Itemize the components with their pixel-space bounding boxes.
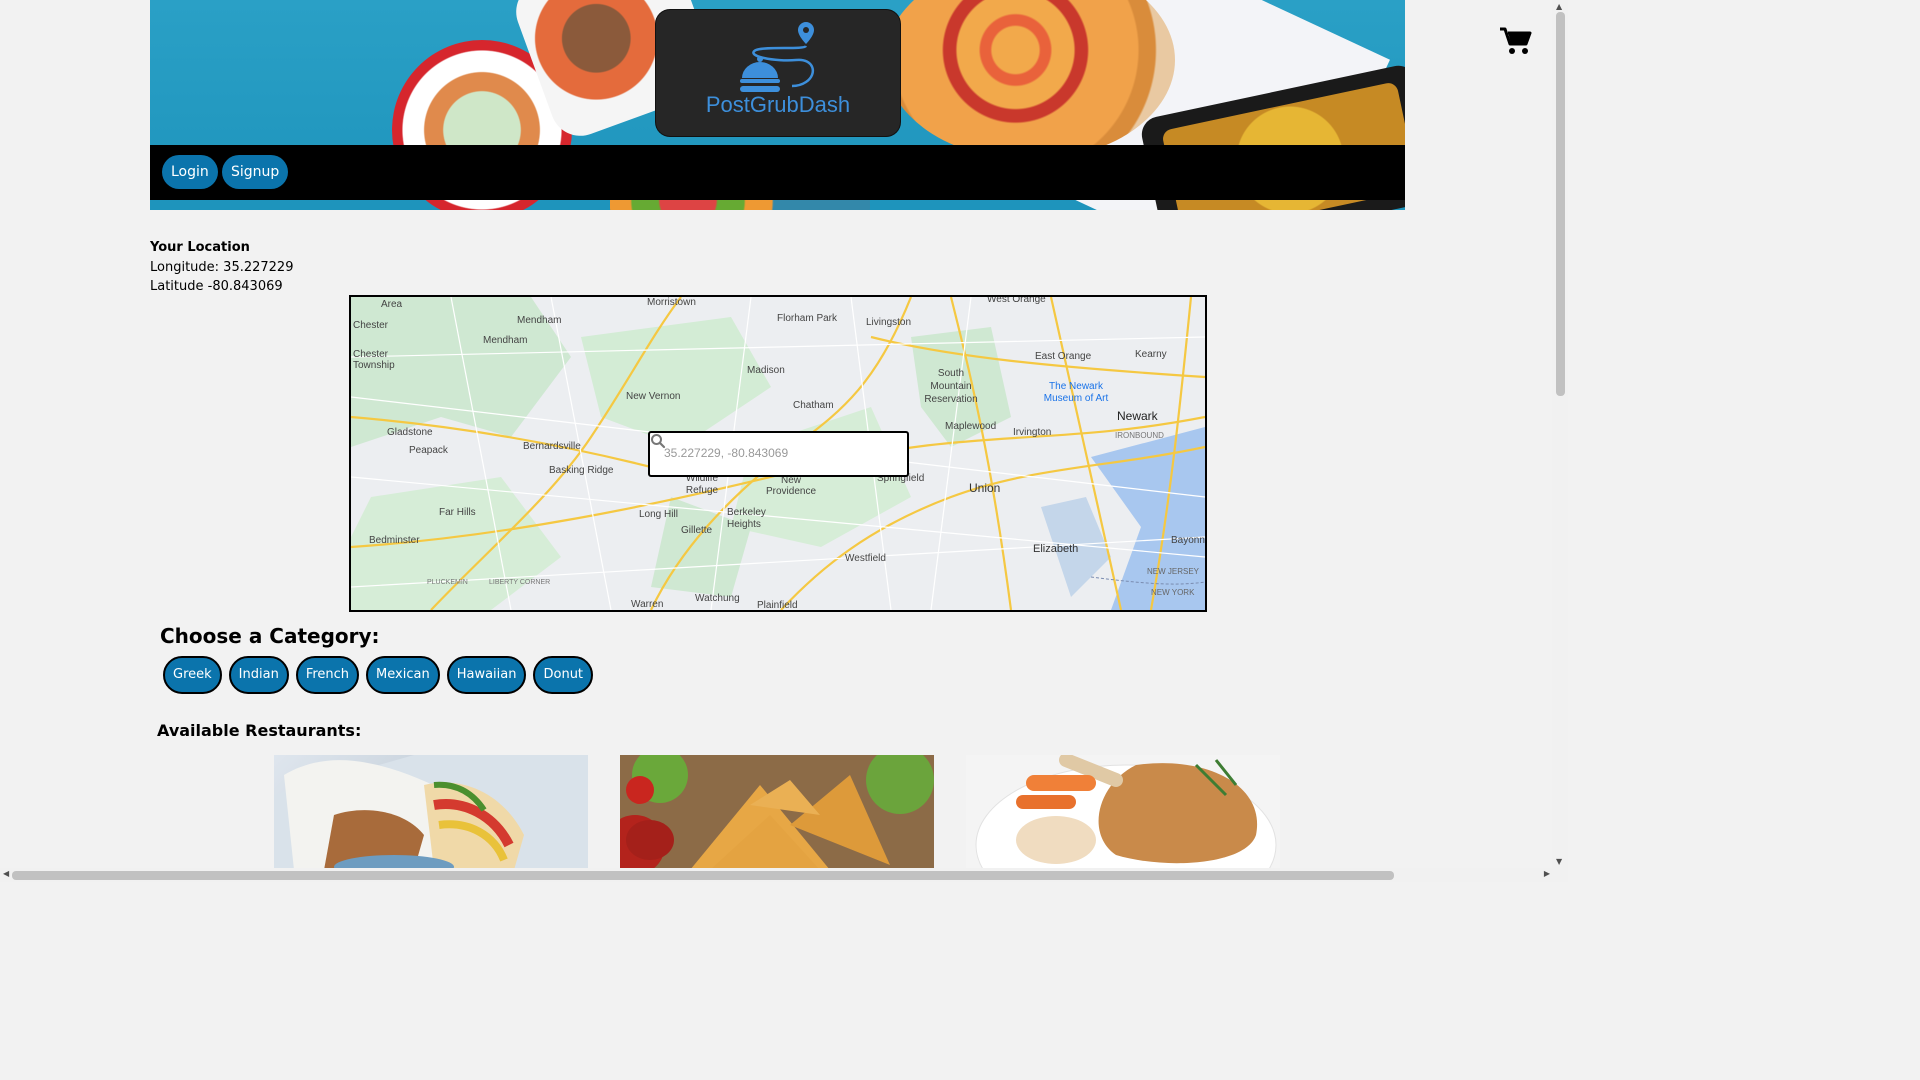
restaurants-title: Available Restaurants: xyxy=(157,721,362,740)
restaurant-card-indian[interactable] xyxy=(620,755,934,870)
map-label: Gillette xyxy=(681,525,713,536)
map-label: Livingston xyxy=(866,317,912,328)
map-label: Elizabeth xyxy=(1033,543,1079,555)
map-label: Chatham xyxy=(793,400,834,411)
map-label: Kearny xyxy=(1135,349,1167,360)
app-name: PostGrubDash xyxy=(705,92,851,117)
nav-bar: Login Signup xyxy=(150,145,1405,200)
map-label: Madison xyxy=(747,365,785,376)
location-info: Your Location Longitude: 35.227229 Latit… xyxy=(150,238,293,297)
map-label: Maplewood xyxy=(945,421,997,432)
category-list: Greek Indian French Mexican Hawaiian Don… xyxy=(163,656,594,694)
scroll-right-icon[interactable]: ▶ xyxy=(1544,869,1550,878)
horizontal-scrollbar[interactable]: ◀ ▶ xyxy=(0,868,1568,882)
map-label: Union xyxy=(969,481,1001,495)
map-label: Watchung xyxy=(695,593,740,604)
map-label: New Providence xyxy=(765,475,817,497)
category-french-button[interactable]: French xyxy=(295,656,360,694)
map-label: PLUCKEMIN xyxy=(427,579,468,586)
map-label: Peapack xyxy=(409,445,448,456)
map-label: NEW YORK xyxy=(1151,588,1195,597)
map-label: Morristown xyxy=(647,297,696,308)
map-search-input[interactable] xyxy=(664,446,864,460)
restaurant-card-french[interactable] xyxy=(966,755,1280,870)
category-mexican-button[interactable]: Mexican xyxy=(366,656,440,694)
map-label: IRONBOUND xyxy=(1115,431,1164,440)
latitude-text: Latitude -80.843069 xyxy=(150,279,283,294)
map-label: Long Hill xyxy=(639,509,678,520)
restaurant-card-greek[interactable] xyxy=(274,755,588,870)
category-greek-button[interactable]: Greek xyxy=(163,656,222,694)
scroll-down-icon[interactable]: ▼ xyxy=(1556,857,1562,866)
header-banner: PostGrubDash Login Signup xyxy=(150,0,1405,210)
scroll-left-icon[interactable]: ◀ xyxy=(3,869,9,878)
map-label: Berkeley Heights xyxy=(727,507,766,530)
search-icon[interactable] xyxy=(650,433,666,449)
map-label: Bayonne xyxy=(1171,535,1207,546)
map-label: East Orange xyxy=(1035,351,1092,362)
samosa-image xyxy=(620,755,934,870)
location-map[interactable]: Area Morristown West Orange Chester Mend… xyxy=(349,295,1207,612)
vertical-scroll-thumb[interactable] xyxy=(1556,12,1565,396)
map-label: Westfield xyxy=(845,553,886,564)
delivery-logo-icon xyxy=(740,22,815,92)
map-label: Bedminster xyxy=(369,535,420,546)
category-title: Choose a Category: xyxy=(160,624,380,648)
login-button[interactable]: Login xyxy=(162,155,218,189)
map-label: Basking Ridge xyxy=(549,465,614,476)
roast-chicken-image xyxy=(966,755,1280,870)
map-label: Mendham xyxy=(483,335,528,346)
signup-button[interactable]: Signup xyxy=(222,155,289,189)
map-label: Bernardsville xyxy=(523,441,581,452)
map-label: Area xyxy=(381,299,403,310)
category-hawaiian-button[interactable]: Hawaiian xyxy=(446,656,527,694)
map-search-box[interactable] xyxy=(648,431,909,477)
map-label: Warren xyxy=(631,599,664,610)
map-label: LIBERTY CORNER xyxy=(489,579,551,586)
map-label: Gladstone xyxy=(387,427,433,438)
map-label: Chester xyxy=(353,320,389,331)
map-label: Irvington xyxy=(1013,427,1052,438)
scroll-up-icon[interactable]: ▲ xyxy=(1556,2,1562,11)
map-label: Florham Park xyxy=(777,313,838,324)
horizontal-scroll-thumb[interactable] xyxy=(12,871,1394,880)
map-label: The Newark Museum of Art xyxy=(1043,381,1109,404)
map-label: NEW JERSEY xyxy=(1147,567,1200,576)
longitude-text: Longitude: 35.227229 xyxy=(150,259,294,275)
logo[interactable]: PostGrubDash xyxy=(656,10,900,136)
category-indian-button[interactable]: Indian xyxy=(228,656,289,694)
map-label: Plainfield xyxy=(757,600,798,611)
map-label: Far Hills xyxy=(439,507,476,518)
map-label: Mendham xyxy=(517,315,562,326)
location-title: Your Location xyxy=(150,240,250,255)
vertical-scrollbar[interactable]: ▲ ▼ xyxy=(1552,0,1568,868)
gyro-image xyxy=(274,755,588,870)
category-donut-button[interactable]: Donut xyxy=(533,656,594,694)
map-label: New Vernon xyxy=(626,391,681,402)
map-label: Chester Township xyxy=(353,349,395,371)
map-label: South Mountain Reservation xyxy=(924,368,978,405)
map-label: West Orange xyxy=(987,295,1046,305)
shopping-cart-icon[interactable] xyxy=(1500,26,1532,56)
map-label: Newark xyxy=(1117,409,1158,423)
